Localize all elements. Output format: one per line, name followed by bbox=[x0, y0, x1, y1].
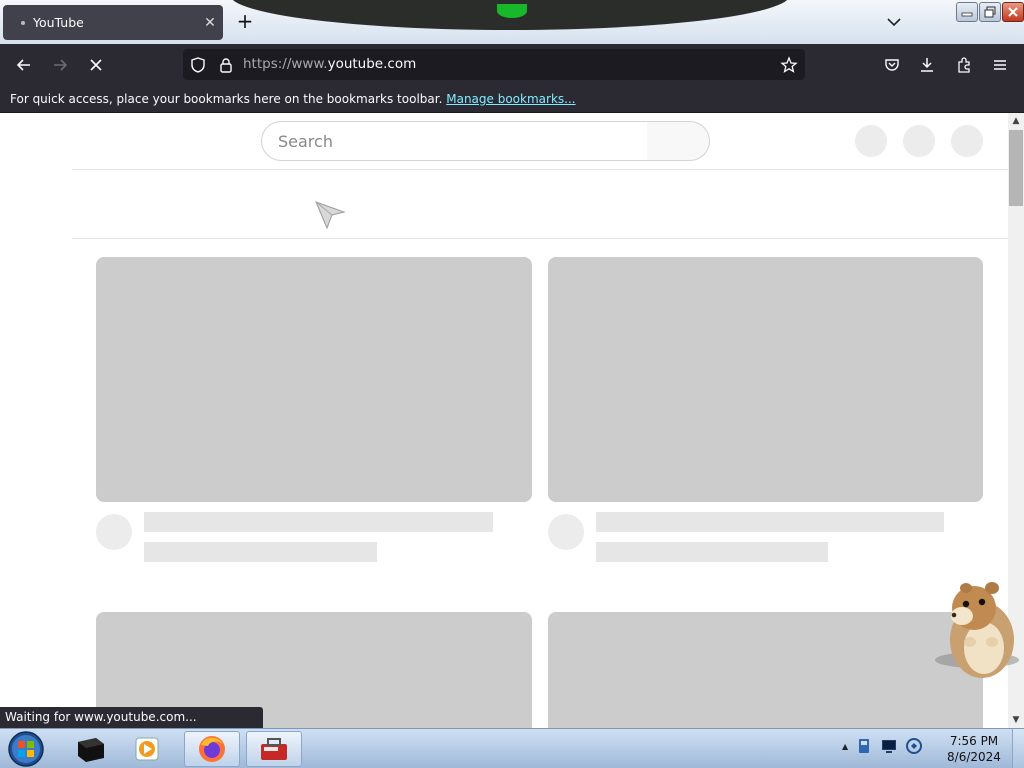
manage-bookmarks-link[interactable]: Manage bookmarks... bbox=[446, 92, 575, 106]
url-prefix: https://www. bbox=[243, 56, 328, 72]
meta-placeholder bbox=[596, 542, 828, 562]
toolbox-icon bbox=[261, 738, 287, 760]
placeholder-avatar bbox=[951, 125, 983, 157]
display-monitor-icon[interactable] bbox=[880, 737, 898, 755]
tracking-protection-button[interactable] bbox=[188, 55, 208, 75]
mouse-cursor-icon bbox=[315, 201, 346, 230]
system-tray: ▲ bbox=[842, 737, 923, 755]
firefox-icon bbox=[199, 736, 225, 762]
status-panel: Waiting for www.youtube.com... bbox=[0, 707, 263, 728]
url-bar[interactable]: https://www.youtube.com bbox=[183, 49, 805, 80]
application-menu-button[interactable] bbox=[987, 52, 1013, 78]
bookmarks-message: For quick access, place your bookmarks h… bbox=[10, 92, 443, 106]
show-hidden-icons-button[interactable]: ▲ bbox=[842, 742, 848, 751]
pocket-button[interactable] bbox=[879, 52, 905, 78]
pocket-icon bbox=[885, 59, 899, 71]
show-desktop-button[interactable] bbox=[1012, 729, 1024, 768]
shield-icon bbox=[191, 57, 205, 73]
start-button[interactable] bbox=[6, 730, 46, 768]
search-input[interactable]: Search bbox=[261, 121, 648, 161]
close-window-button[interactable] bbox=[1002, 2, 1024, 22]
bookmarks-toolbar: For quick access, place your bookmarks h… bbox=[0, 85, 1024, 113]
clock-time: 7:56 PM bbox=[949, 734, 999, 748]
new-tab-button[interactable]: + bbox=[233, 9, 257, 33]
video-thumbnail-placeholder bbox=[548, 612, 983, 728]
meta-placeholder bbox=[144, 542, 377, 562]
restore-icon bbox=[984, 6, 996, 18]
video-thumbnail-placeholder bbox=[548, 257, 983, 502]
star-icon bbox=[780, 56, 798, 73]
theme-glow bbox=[497, 4, 527, 18]
close-icon bbox=[1008, 7, 1018, 17]
taskbar-toolbox-app[interactable] bbox=[246, 731, 302, 767]
bookmark-page-button[interactable] bbox=[779, 55, 799, 75]
clock-date: 8/6/2024 bbox=[947, 750, 1001, 764]
taskbar-firefox[interactable] bbox=[184, 731, 240, 767]
search-button[interactable] bbox=[647, 121, 710, 161]
tab-youtube[interactable]: YouTube ✕ bbox=[3, 5, 223, 40]
scroll-thumb[interactable] bbox=[1009, 130, 1023, 206]
system-clock[interactable]: 7:56 PM 8/6/2024 bbox=[936, 733, 1012, 765]
network-share-icon[interactable] bbox=[855, 737, 873, 755]
tab-strip: YouTube ✕ + bbox=[0, 0, 1024, 44]
scroll-up-button[interactable]: ▲ bbox=[1008, 113, 1024, 129]
channel-avatar-placeholder bbox=[96, 514, 132, 550]
url-domain: youtube.com bbox=[327, 56, 417, 72]
volume-network-icon[interactable] bbox=[905, 737, 923, 755]
stop-icon bbox=[90, 59, 102, 71]
placeholder-icon-1 bbox=[855, 125, 887, 157]
terminal-icon bbox=[78, 738, 104, 762]
tab-title: YouTube bbox=[33, 15, 84, 30]
placeholder-icon-2 bbox=[903, 125, 935, 157]
windows-taskbar: ▲ 7:56 PM 8/6/2024 bbox=[0, 728, 1024, 768]
title-placeholder bbox=[596, 512, 944, 532]
loading-dot-icon bbox=[21, 20, 25, 25]
extensions-button[interactable] bbox=[951, 52, 977, 78]
site-info-button[interactable] bbox=[216, 55, 236, 75]
minimize-button[interactable] bbox=[956, 2, 978, 22]
list-all-tabs-button[interactable] bbox=[882, 10, 906, 34]
lock-icon bbox=[220, 58, 232, 73]
url-text[interactable]: https://www.youtube.com bbox=[243, 56, 416, 72]
navigation-toolbar: https://www.youtube.com bbox=[0, 44, 1024, 85]
window-controls bbox=[956, 2, 1024, 22]
minimize-icon bbox=[961, 12, 973, 17]
forward-icon bbox=[54, 59, 68, 71]
back-icon bbox=[16, 59, 30, 71]
scroll-down-button[interactable]: ▼ bbox=[1008, 712, 1024, 728]
menu-icon bbox=[994, 60, 1006, 70]
restore-button[interactable] bbox=[979, 2, 1001, 22]
back-button[interactable] bbox=[11, 52, 37, 78]
media-player-icon bbox=[135, 737, 159, 761]
header-divider bbox=[72, 169, 1008, 170]
chips-divider bbox=[72, 238, 1008, 239]
stop-button[interactable] bbox=[83, 52, 109, 78]
forward-button[interactable] bbox=[47, 52, 73, 78]
taskbar-media-player[interactable] bbox=[120, 731, 176, 767]
downloads-button[interactable] bbox=[914, 52, 940, 78]
close-tab-button[interactable]: ✕ bbox=[197, 15, 223, 31]
hamster-desktop-pet-icon[interactable] bbox=[932, 578, 1022, 688]
title-placeholder bbox=[144, 512, 493, 532]
page-content: Search bbox=[0, 113, 1008, 728]
chevron-down-icon bbox=[887, 18, 901, 27]
download-icon bbox=[921, 58, 933, 72]
video-thumbnail-placeholder bbox=[96, 257, 532, 502]
extensions-icon bbox=[958, 57, 970, 73]
taskbar-terminal[interactable] bbox=[62, 731, 118, 767]
channel-avatar-placeholder bbox=[548, 514, 584, 550]
